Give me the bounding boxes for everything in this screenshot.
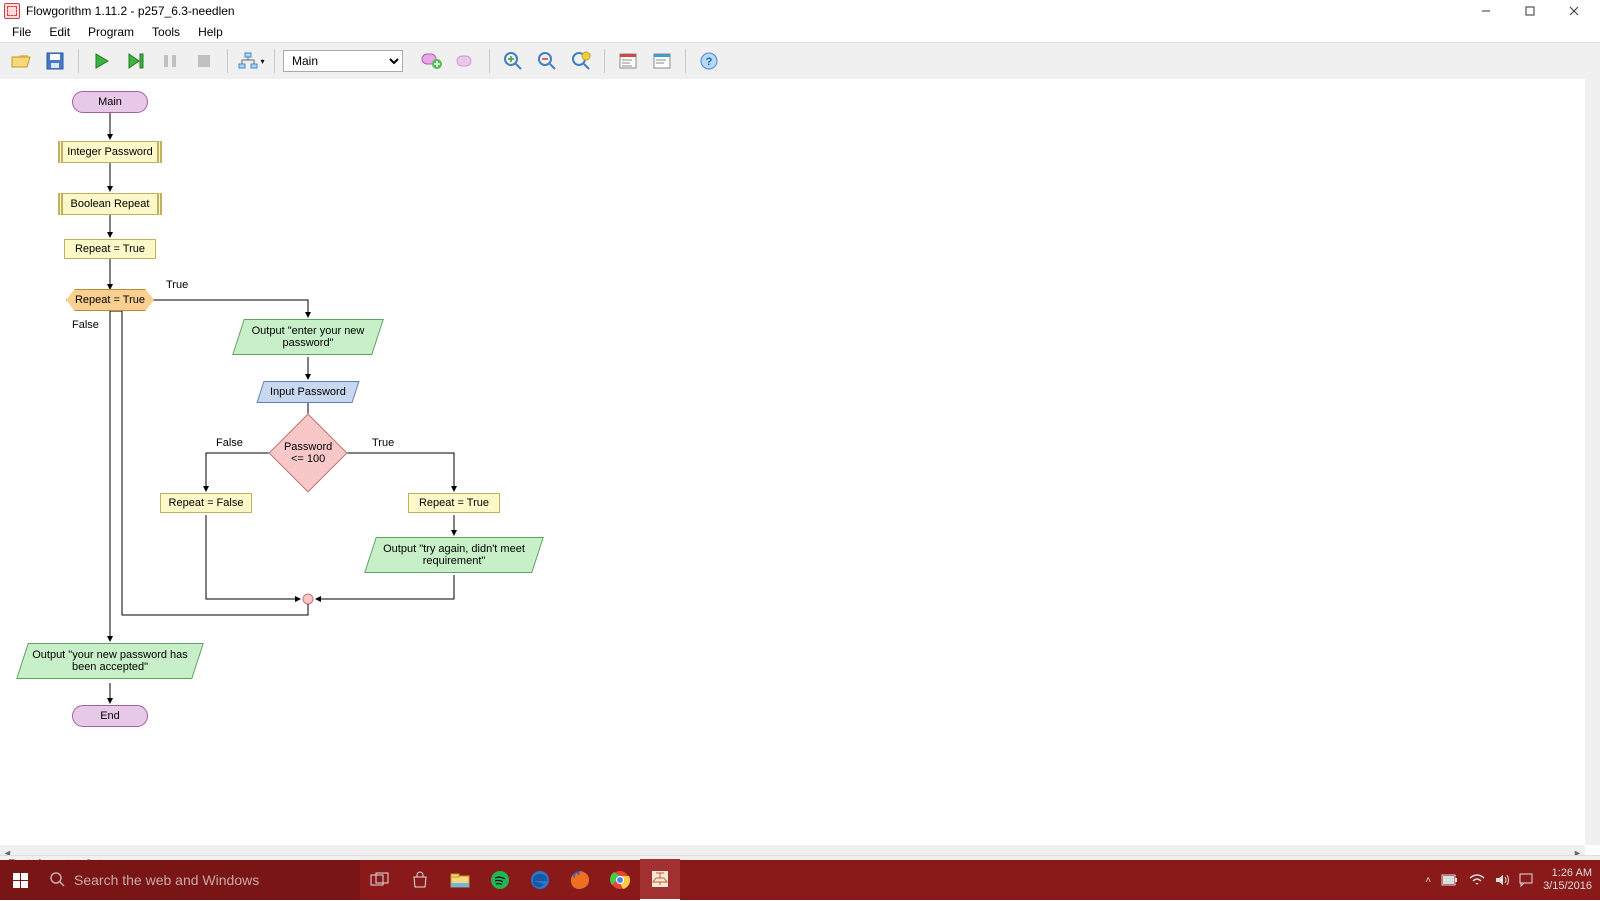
task-view-button[interactable]	[360, 860, 400, 900]
taskbar-flowgorithm[interactable]	[640, 859, 680, 901]
add-function-button[interactable]	[417, 46, 447, 76]
label-loop-true: True	[166, 279, 188, 291]
minimize-button[interactable]	[1464, 0, 1508, 22]
taskbar-clock[interactable]: 1:26 AM 3/15/2016	[1543, 867, 1592, 893]
flow-connectors	[0, 79, 1430, 739]
menu-program[interactable]: Program	[80, 23, 142, 41]
notifications-icon[interactable]	[1519, 873, 1533, 887]
view-code-button[interactable]	[613, 46, 643, 76]
run-button[interactable]	[87, 46, 117, 76]
windows-logo-icon	[13, 873, 28, 888]
delete-function-button[interactable]	[451, 46, 481, 76]
svg-text:?: ?	[706, 56, 713, 68]
node-assign-repeat-true2[interactable]: Repeat = True	[408, 493, 500, 513]
node-declare-password[interactable]: Integer Password	[58, 141, 162, 163]
view-console-button[interactable]	[647, 46, 677, 76]
search-icon	[50, 872, 66, 888]
wifi-icon[interactable]	[1469, 873, 1485, 887]
node-loop[interactable]: Repeat = True	[66, 289, 154, 311]
taskbar-store[interactable]	[400, 860, 440, 900]
step-button[interactable]	[121, 46, 151, 76]
menu-file[interactable]: File	[4, 23, 39, 41]
taskbar-chrome[interactable]	[600, 860, 640, 900]
windows-taskbar: Search the web and Windows ˄ 1:26 AM 3/1…	[0, 860, 1600, 900]
toolbar: ▾ Main ?	[0, 42, 1600, 80]
menu-tools[interactable]: Tools	[144, 23, 188, 41]
taskbar-spotify[interactable]	[480, 860, 520, 900]
layout-button[interactable]: ▾	[236, 46, 266, 76]
system-tray: ˄ 1:26 AM 3/15/2016	[1417, 867, 1600, 893]
node-end[interactable]: End	[72, 705, 148, 727]
node-output-prompt[interactable]: Output "enter your new password"	[232, 319, 384, 355]
label-if-true: True	[372, 437, 394, 449]
battery-icon[interactable]	[1441, 874, 1459, 886]
zoom-in-button[interactable]	[498, 46, 528, 76]
node-output-retry[interactable]: Output "try again, didn't meet requireme…	[364, 537, 544, 573]
node-output-accepted[interactable]: Output "your new password has been accep…	[16, 643, 204, 679]
stop-button[interactable]	[189, 46, 219, 76]
label-if-false: False	[216, 437, 243, 449]
menu-help[interactable]: Help	[190, 23, 231, 41]
vertical-scrollbar[interactable]	[1585, 79, 1600, 845]
start-button[interactable]	[0, 860, 40, 900]
help-button[interactable]: ?	[694, 46, 724, 76]
taskbar-edge[interactable]	[520, 860, 560, 900]
flowchart-canvas[interactable]: Main Integer Password Boolean Repeat Rep…	[0, 79, 1600, 845]
open-button[interactable]	[6, 46, 36, 76]
function-select[interactable]: Main	[283, 50, 403, 72]
app-icon	[4, 3, 20, 19]
pause-button[interactable]	[155, 46, 185, 76]
node-assign-repeat-true[interactable]: Repeat = True	[64, 239, 156, 259]
zoom-settings-button[interactable]	[566, 46, 596, 76]
volume-icon[interactable]	[1495, 873, 1509, 887]
taskbar-search[interactable]: Search the web and Windows	[40, 860, 360, 900]
maximize-button[interactable]	[1508, 0, 1552, 22]
node-main[interactable]: Main	[72, 91, 148, 113]
menubar: File Edit Program Tools Help	[0, 22, 1600, 42]
close-button[interactable]	[1552, 0, 1596, 22]
window-titlebar: Flowgorithm 1.11.2 - p257_6.3-needlen	[0, 0, 1600, 22]
menu-edit[interactable]: Edit	[41, 23, 78, 41]
taskbar-firefox[interactable]	[560, 860, 600, 900]
node-input-password[interactable]: Input Password	[256, 381, 359, 403]
save-button[interactable]	[40, 46, 70, 76]
node-declare-repeat[interactable]: Boolean Repeat	[58, 193, 162, 215]
taskbar-explorer[interactable]	[440, 860, 480, 900]
window-title: Flowgorithm 1.11.2 - p257_6.3-needlen	[26, 4, 1464, 18]
node-assign-repeat-false[interactable]: Repeat = False	[160, 493, 252, 513]
label-loop-false: False	[72, 319, 99, 331]
zoom-out-button[interactable]	[532, 46, 562, 76]
tray-chevron-icon[interactable]: ˄	[1425, 875, 1431, 886]
